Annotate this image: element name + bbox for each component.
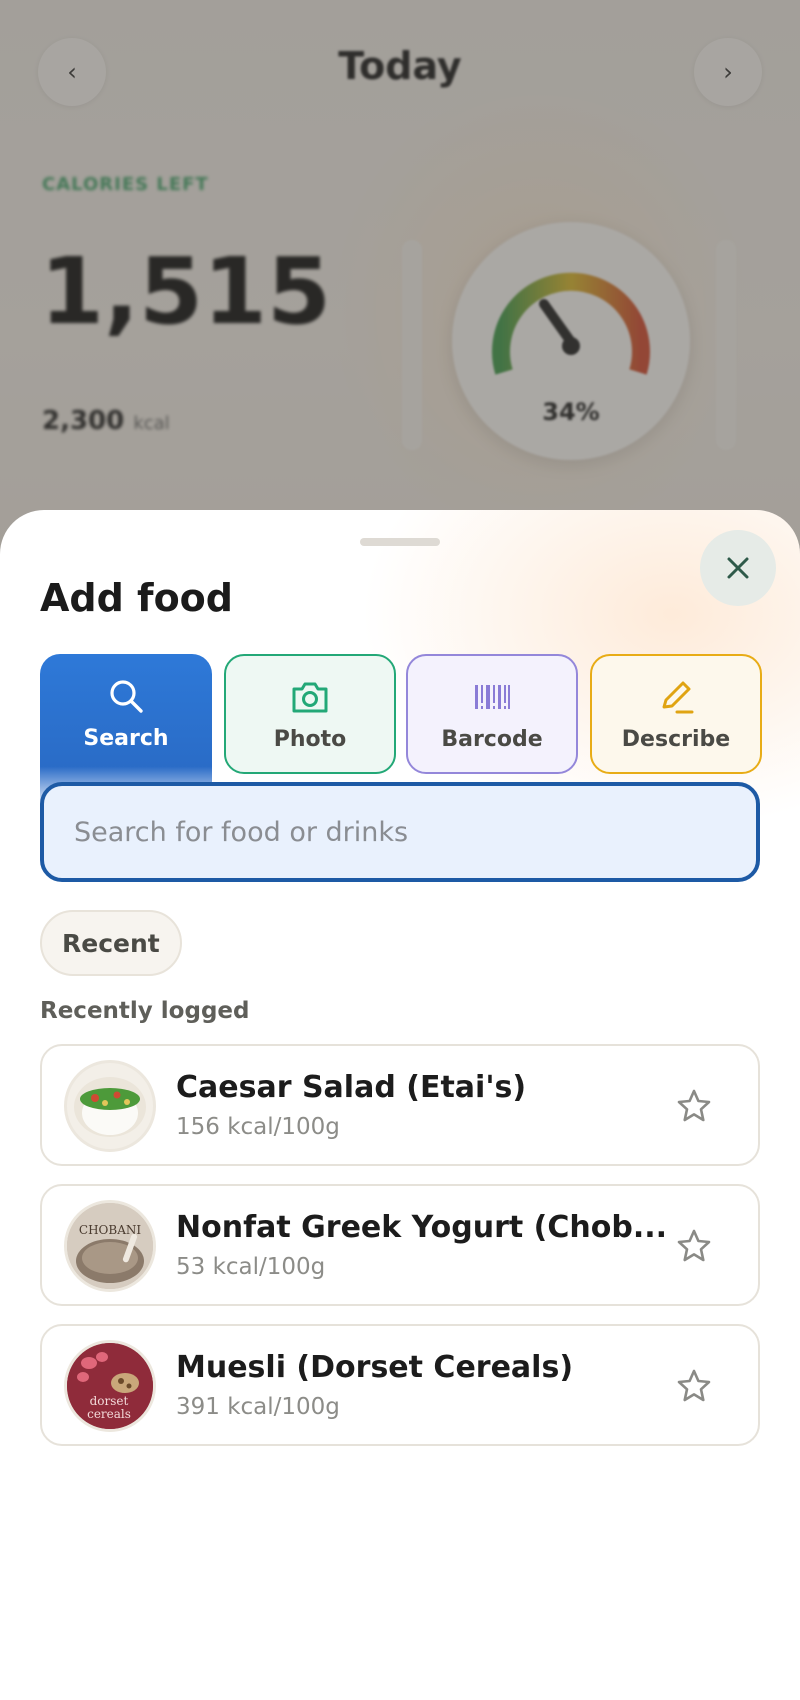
favorite-button[interactable] [672,1224,716,1268]
star-icon [677,1229,711,1262]
food-name: Nonfat Greek Yogurt (Chob... [176,1210,668,1245]
search-input[interactable] [74,816,714,848]
close-button[interactable] [700,530,776,606]
tab-search-label: Search [83,726,169,751]
sheet-title: Add food [40,576,233,620]
food-calories: 156 kcal/100g [176,1114,340,1140]
sheet-grabber[interactable] [360,538,440,546]
tab-describe-label: Describe [621,726,731,752]
food-calories: 53 kcal/100g [176,1254,326,1280]
barcode-icon [472,677,512,717]
food-item[interactable]: Caesar Salad (Etai's) 156 kcal/100g [40,1044,760,1166]
star-icon [677,1369,711,1402]
yogurt-cup-icon [67,1203,153,1289]
food-thumbnail: CHOBANI [64,1200,156,1292]
recent-food-list: Caesar Salad (Etai's) 156 kcal/100g CHOB… [40,1044,760,1464]
food-calories: 391 kcal/100g [176,1394,340,1420]
tab-photo[interactable]: Photo [224,654,396,774]
pencil-icon [656,677,696,717]
camera-icon [290,677,330,717]
food-name: Muesli (Dorset Cereals) [176,1350,574,1385]
salad-bowl-icon [74,1077,146,1137]
section-label: Recently logged [40,998,250,1024]
search-icon [106,676,146,716]
close-icon [727,557,749,579]
add-method-tabs: Search Photo Barcode Describe [40,654,762,804]
yogurt-brand-text: CHOBANI [78,1223,142,1237]
tab-photo-label: Photo [273,726,347,752]
muesli-brand-text: dorset cereals [87,1394,131,1421]
tab-barcode-label: Barcode [441,726,543,752]
add-food-sheet: Add food Search Photo Barcode Describe S… [0,510,800,1700]
food-thumbnail [64,1060,156,1152]
star-icon [677,1089,711,1122]
recent-filter-chip[interactable]: Recent [40,910,182,976]
food-item[interactable]: CHOBANI Nonfat Greek Yogurt (Chob... 53 … [40,1184,760,1306]
food-item[interactable]: dorset cereals Muesli (Dorset Cereals) 3… [40,1324,760,1446]
favorite-button[interactable] [672,1084,716,1128]
search-field[interactable] [40,782,760,882]
food-name: Caesar Salad (Etai's) [176,1070,527,1105]
tab-describe[interactable]: Describe [590,654,762,774]
favorite-button[interactable] [672,1364,716,1408]
tab-barcode[interactable]: Barcode [406,654,578,774]
food-thumbnail: dorset cereals [64,1340,156,1432]
